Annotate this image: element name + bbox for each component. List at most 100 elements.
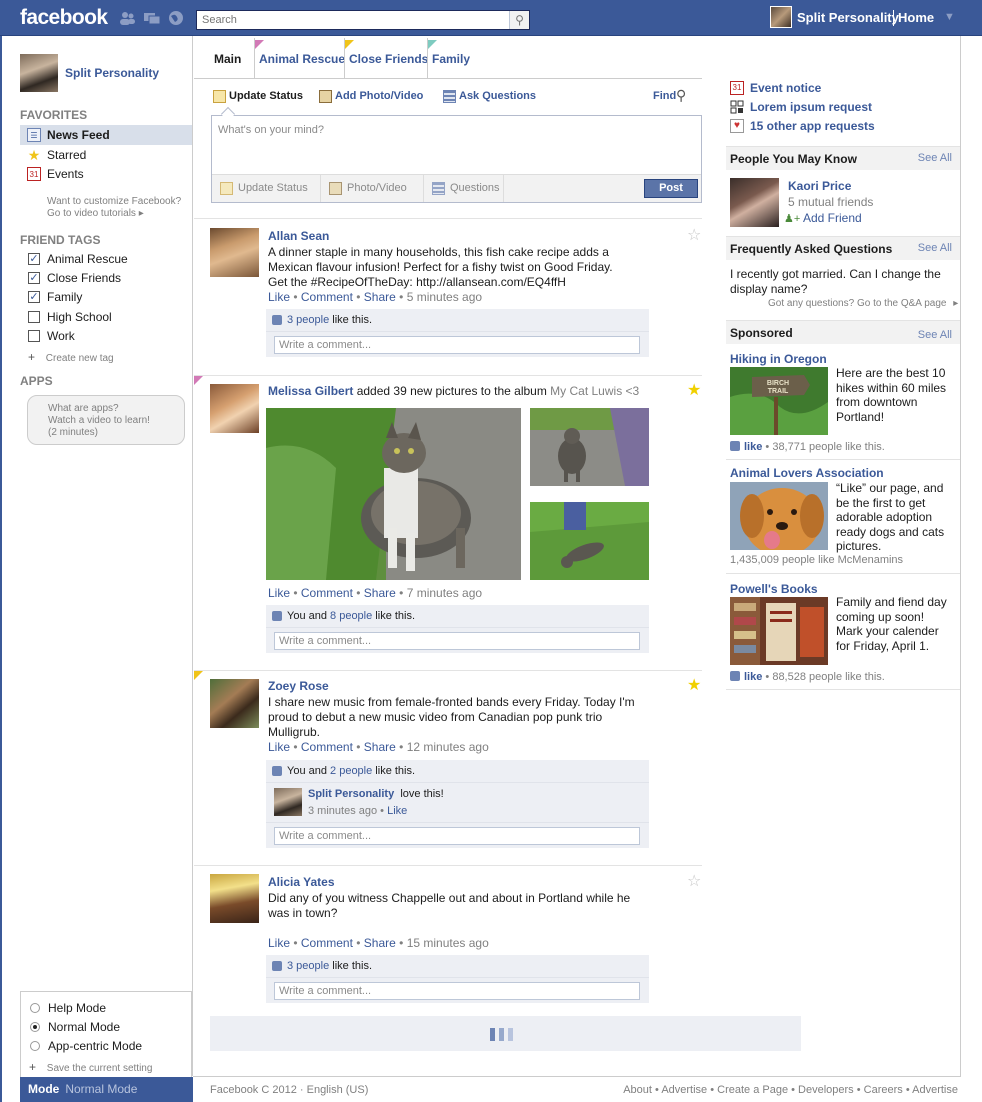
tab-family[interactable]: Family <box>427 38 470 78</box>
facebook-logo[interactable]: facebook <box>20 6 108 30</box>
find-link[interactable]: Find <box>653 90 676 102</box>
star-outline-icon[interactable]: ☆ <box>687 228 701 244</box>
avatar[interactable] <box>274 788 302 816</box>
sidebar-tag-animal-rescue[interactable]: ✓ Animal Rescue <box>20 249 192 269</box>
user-avatar[interactable] <box>770 6 792 28</box>
event-notice-link[interactable]: Event notice <box>750 81 821 95</box>
faq-see-all-link[interactable]: See All <box>918 242 952 254</box>
sidebar-tag-close-friends[interactable]: ✓ Close Friends <box>20 268 192 288</box>
sponsored-see-all-link[interactable]: See All <box>918 329 952 341</box>
save-setting-link[interactable]: + Save the current setting <box>29 1060 152 1074</box>
share-link[interactable]: Share <box>364 290 396 304</box>
album-photo-thumb[interactable] <box>530 408 649 486</box>
qa-page-link[interactable]: Got any questions? Go to the Q&A page ▸ <box>768 298 958 309</box>
ad-image[interactable] <box>730 482 828 556</box>
comment-author-link[interactable]: Split Personality <box>308 788 394 800</box>
album-photo-main[interactable] <box>266 408 521 580</box>
post-author-link[interactable]: Zoey Rose <box>268 679 329 693</box>
avatar[interactable] <box>210 228 259 277</box>
ad-like-link[interactable]: like <box>744 441 762 453</box>
user-name-link[interactable]: Split Personality <box>797 10 899 25</box>
other-app-requests-link[interactable]: 15 other app requests <box>750 119 875 133</box>
ad-image[interactable] <box>730 597 828 665</box>
create-tag-link[interactable]: + Create new tag <box>28 350 114 364</box>
footer-link-advertise-2[interactable]: Advertise <box>912 1084 958 1096</box>
comment-link[interactable]: Comment <box>301 290 353 304</box>
normal-mode-label[interactable]: Normal Mode <box>48 1020 120 1034</box>
search-input[interactable] <box>197 11 507 29</box>
normal-mode-radio[interactable] <box>30 1022 40 1032</box>
add-friend-button[interactable]: ♟+ Add Friend <box>784 211 862 225</box>
likers-link[interactable]: 3 people <box>287 314 329 326</box>
avatar[interactable] <box>730 178 779 227</box>
apps-video-prompt[interactable]: What are apps? Watch a video to learn! (… <box>27 395 185 445</box>
comment-input[interactable]: Write a comment... <box>274 632 640 650</box>
magnifier-icon[interactable]: ⚲ <box>676 87 686 104</box>
comment-like-link[interactable]: Like <box>387 805 407 817</box>
post-button[interactable]: Post <box>644 179 698 198</box>
search-icon[interactable]: ⚲ <box>509 11 529 29</box>
album-link[interactable]: My Cat Luwis <3 <box>550 384 639 398</box>
post-author-link[interactable]: Alicia Yates <box>268 875 335 889</box>
ask-questions-link[interactable]: Ask Questions <box>443 90 536 103</box>
star-filled-icon[interactable]: ★ <box>687 678 701 694</box>
profile-avatar[interactable] <box>20 54 58 92</box>
avatar[interactable] <box>210 874 259 923</box>
profile-name-link[interactable]: Split Personality <box>65 66 159 80</box>
like-link[interactable]: Like <box>268 740 290 754</box>
tab-main[interactable]: Main <box>214 38 241 78</box>
composer-questions-button[interactable]: Questions <box>424 175 504 202</box>
footer-link-advertise[interactable]: Advertise <box>661 1084 707 1096</box>
star-filled-icon[interactable]: ★ <box>687 383 701 399</box>
app-centric-mode-radio[interactable] <box>30 1041 40 1051</box>
pymk-name-link[interactable]: Kaori Price <box>788 179 851 193</box>
add-photo-link[interactable]: Add Photo/Video <box>319 90 423 103</box>
status-input[interactable]: What's on your mind? <box>218 124 324 136</box>
checkbox-unchecked-icon[interactable] <box>28 311 40 323</box>
app-centric-mode-label[interactable]: App-centric Mode <box>48 1039 142 1053</box>
share-link[interactable]: Share <box>364 586 396 600</box>
avatar[interactable] <box>210 679 259 728</box>
like-link[interactable]: Like <box>268 936 290 950</box>
sidebar-item-events[interactable]: 31 Events <box>20 164 192 184</box>
footer-link-create-page[interactable]: Create a Page <box>717 1084 788 1096</box>
app-request-link[interactable]: Lorem ipsum request <box>750 100 872 114</box>
album-photo-thumb[interactable] <box>530 502 649 580</box>
checkbox-unchecked-icon[interactable] <box>28 330 40 342</box>
help-mode-radio[interactable] <box>30 1003 40 1013</box>
ad-like-link[interactable]: like <box>744 671 762 683</box>
comment-link[interactable]: Comment <box>301 740 353 754</box>
footer-link-careers[interactable]: Careers <box>864 1084 903 1096</box>
messages-icon[interactable] <box>143 10 161 26</box>
video-tutorials-link[interactable]: Go to video tutorials ▸ <box>47 208 144 219</box>
star-outline-icon[interactable]: ☆ <box>687 874 701 890</box>
footer-link-developers[interactable]: Developers <box>798 1084 854 1096</box>
post-author-link[interactable]: Allan Sean <box>268 229 329 243</box>
sidebar-item-starred[interactable]: ★ Starred <box>20 145 192 165</box>
like-link[interactable]: Like <box>268 586 290 600</box>
sidebar-item-news-feed[interactable]: ☰ News Feed <box>20 125 192 145</box>
update-status-link[interactable]: Update Status <box>213 90 303 103</box>
friend-requests-icon[interactable] <box>118 10 136 26</box>
checkbox-checked-icon[interactable]: ✓ <box>28 253 40 265</box>
comment-link[interactable]: Comment <box>301 586 353 600</box>
checkbox-checked-icon[interactable]: ✓ <box>28 272 40 284</box>
comment-input[interactable]: Write a comment... <box>274 982 640 1000</box>
footer-link-about[interactable]: About <box>623 1084 652 1096</box>
mode-status-bar[interactable]: Mode Normal Mode <box>20 1077 193 1102</box>
account-menu-chevron-icon[interactable]: ▼ <box>944 11 955 23</box>
sidebar-tag-work[interactable]: Work <box>20 326 192 346</box>
help-mode-label[interactable]: Help Mode <box>48 1001 106 1015</box>
pymk-see-all-link[interactable]: See All <box>918 152 952 164</box>
ad-title-link[interactable]: Powell's Books <box>730 582 818 596</box>
sidebar-tag-high-school[interactable]: High School <box>20 307 192 327</box>
composer-photo-button[interactable]: Photo/Video <box>321 175 424 202</box>
tab-animal-rescue[interactable]: Animal Rescue <box>254 38 345 78</box>
ad-title-link[interactable]: Animal Lovers Association <box>730 466 884 480</box>
faq-question-link[interactable]: I recently got married. Can I change the… <box>730 267 941 297</box>
comment-input[interactable]: Write a comment... <box>274 336 640 354</box>
like-link[interactable]: Like <box>268 290 290 304</box>
likers-link[interactable]: 3 people <box>287 960 329 972</box>
comment-input[interactable]: Write a comment... <box>274 827 640 845</box>
post-author-link[interactable]: Melissa Gilbert <box>268 384 353 398</box>
